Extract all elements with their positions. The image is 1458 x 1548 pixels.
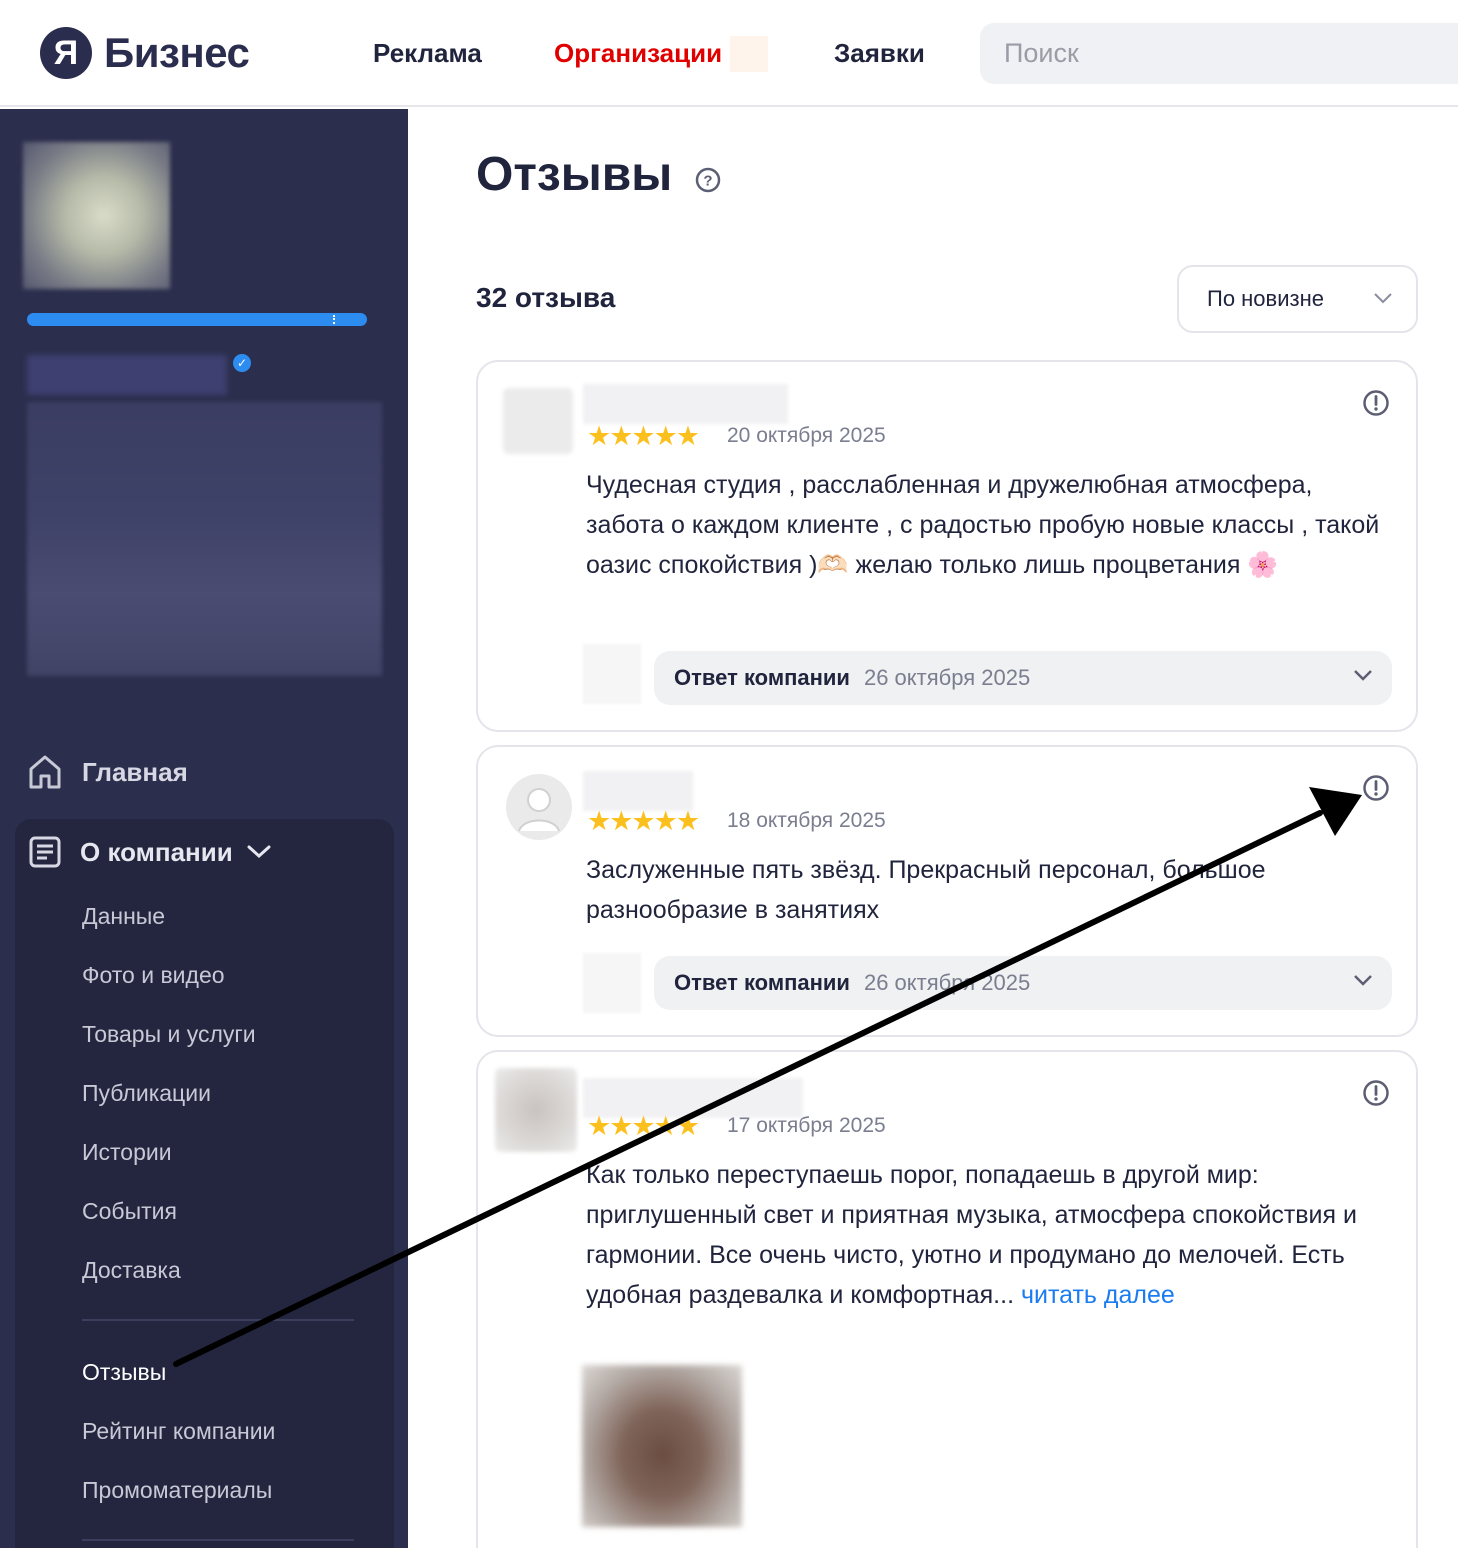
sidebar-item-data[interactable]: Данные <box>82 903 165 930</box>
review-date: 20 октября 2025 <box>727 424 886 447</box>
sidebar-item-reviews[interactable]: Отзывы <box>82 1359 166 1386</box>
help-icon[interactable]: ? <box>695 167 721 193</box>
reply-label: Ответ компании <box>674 665 850 690</box>
sidebar-divider <box>82 1319 354 1321</box>
sort-value: По новизне <box>1207 286 1324 311</box>
sidebar-item-events[interactable]: События <box>82 1198 177 1225</box>
reviews-count: 32 отзыва <box>476 282 616 313</box>
company-avatar <box>23 142 170 289</box>
review-photo[interactable] <box>582 1365 742 1527</box>
yandex-logo-icon: Я <box>40 27 92 79</box>
review-card: ★★★★★ 18 октября 2025 Заслуженные пять з… <box>476 745 1418 1037</box>
company-section-toggle[interactable]: О компании <box>28 835 271 869</box>
company-section: О компании Данные Фото и видео Товары и … <box>15 819 394 1548</box>
svg-text:?: ? <box>703 173 712 190</box>
company-avatar-small <box>583 644 641 704</box>
company-reply-toggle[interactable]: Ответ компании 26 октября 2025 <box>654 956 1392 1010</box>
chevron-down-icon <box>1354 670 1372 681</box>
sidebar-item-publications[interactable]: Публикации <box>82 1080 211 1107</box>
page-title: Отзывы <box>476 148 673 201</box>
reviewer-avatar <box>495 1068 577 1152</box>
review-date: 18 октября 2025 <box>727 809 886 832</box>
review-card: ★★★★★ 17 октября 2025 Как только пересту… <box>476 1050 1418 1548</box>
review-text: Чудесная студия , расслабленная и дружел… <box>586 471 1380 579</box>
read-more-link[interactable]: читать далее <box>1021 1281 1175 1309</box>
review-text: Заслуженные пять звёзд. Прекрасный персо… <box>586 856 1266 924</box>
verified-icon: ✓ <box>233 354 251 372</box>
chevron-down-icon <box>1354 975 1372 986</box>
company-info-block <box>27 402 382 676</box>
reply-date: 26 октября 2025 <box>863 665 1031 690</box>
company-avatar-small <box>583 953 641 1013</box>
reply-date: 26 октября 2025 <box>863 970 1031 995</box>
sidebar-item-delivery[interactable]: Доставка <box>82 1257 181 1284</box>
reviewer-avatar <box>503 388 573 454</box>
sidebar-item-home[interactable]: Главная <box>28 754 188 790</box>
nav-requests[interactable]: Заявки <box>834 38 925 69</box>
sidebar-item-photo-video[interactable]: Фото и видео <box>82 962 225 989</box>
document-icon <box>29 836 61 868</box>
search-input[interactable]: Поиск <box>980 23 1458 84</box>
sidebar-item-rating[interactable]: Рейтинг компании <box>82 1418 275 1445</box>
chevron-down-icon <box>247 845 271 859</box>
sidebar: ✓ Главная О компании Данные Фото и видео… <box>0 109 408 1548</box>
report-icon[interactable] <box>1362 774 1390 802</box>
company-section-label: О компании <box>80 836 233 867</box>
company-name <box>27 355 227 395</box>
report-icon[interactable] <box>1362 1079 1390 1107</box>
rating-stars: ★★★★★ <box>587 1111 700 1141</box>
sidebar-item-goods-services[interactable]: Товары и услуги <box>82 1021 256 1048</box>
company-reply-toggle[interactable]: Ответ компании 26 октября 2025 <box>654 651 1392 705</box>
nav-reklama[interactable]: Реклама <box>373 38 482 69</box>
sidebar-divider <box>82 1539 354 1541</box>
sidebar-item-label: Главная <box>82 756 188 787</box>
review-text-body: Как только переступаешь порог, попадаешь… <box>586 1161 1357 1309</box>
nav-badge <box>730 36 768 72</box>
rating-stars: ★★★★★ <box>587 421 700 451</box>
sidebar-item-promo[interactable]: Промоматериалы <box>82 1477 272 1504</box>
nav-organizations[interactable]: Организации <box>554 38 722 69</box>
reviewer-name <box>583 384 788 424</box>
sort-select[interactable]: По новизне <box>1177 265 1418 333</box>
report-icon[interactable] <box>1362 389 1390 417</box>
home-icon <box>29 755 61 789</box>
reviewer-avatar-placeholder-icon <box>506 774 572 840</box>
review-date: 17 октября 2025 <box>727 1114 886 1137</box>
review-card: ★★★★★ 20 октября 2025 Чудесная студия , … <box>476 360 1418 732</box>
logo[interactable]: Я Бизнес <box>40 27 250 79</box>
chevron-down-icon <box>1374 293 1392 304</box>
rating-stars: ★★★★★ <box>587 806 700 836</box>
reviewer-name <box>583 771 693 811</box>
reply-label: Ответ компании <box>674 970 850 995</box>
top-header: Я Бизнес Реклама Организации Заявки Поис… <box>0 0 1458 107</box>
logo-text: Бизнес <box>104 29 250 76</box>
review-text: Как только переступаешь порог, попадаешь… <box>586 1155 1396 1315</box>
profile-progress-bar <box>27 313 367 326</box>
sidebar-item-stories[interactable]: Истории <box>82 1139 172 1166</box>
